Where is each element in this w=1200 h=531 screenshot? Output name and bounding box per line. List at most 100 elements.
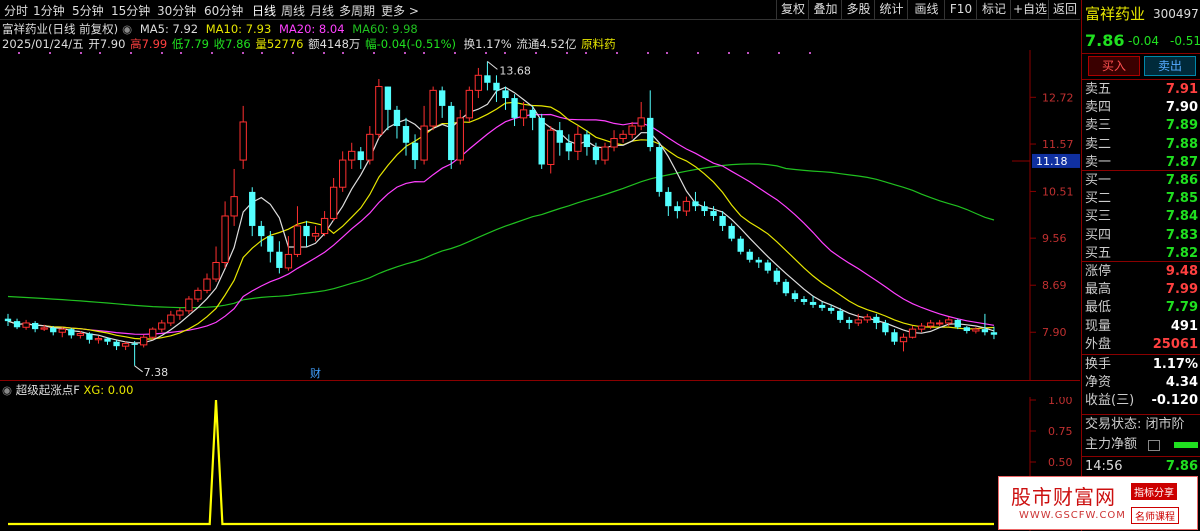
candle [619,130,627,143]
draw-line-button[interactable]: 画线 [907,0,945,19]
indicator-settings-icon[interactable]: ◉ [2,383,12,397]
volume-label: 量52776 [255,37,304,51]
candle-body [230,196,238,217]
candle-body [809,301,817,305]
watermark-title: 股市财富网 [1011,485,1116,509]
divider [1082,53,1200,54]
candle [267,230,274,263]
tab-timeshare[interactable]: 分时 [4,2,28,19]
candle-body [267,236,274,252]
fin-value: -0.120 [1151,393,1198,409]
signal-dot [535,52,537,54]
candle [755,257,762,268]
tab-60min[interactable]: 60分钟 [204,2,243,19]
list-icon[interactable] [1148,440,1160,451]
candle-body [113,341,120,347]
tab-1min[interactable]: 1分钟 [33,2,65,19]
mark-button[interactable]: 标记 [976,0,1011,19]
stat-value: 9.48 [1165,264,1198,279]
candle [303,220,310,247]
sector-label: 原料药 [581,37,616,51]
candle-body [954,319,961,328]
indicator-title: 超级起涨点F [15,383,80,397]
quote-panel: 富祥药业 300497 7.86 -0.04 -0.51 买入 卖出 卖五 7.9… [1081,0,1200,531]
ma20-line [7,113,995,335]
add-watchlist-button[interactable]: +自选 [1010,0,1049,19]
candlestick-chart[interactable]: 12.72 11.57 10.51 9.56 8.69 7.90 11.18 13.68 7.3… [0,50,1080,380]
low-pointer [134,365,143,373]
restore-rights-button[interactable]: 复权 [776,0,809,19]
candle [818,301,826,311]
signal-dot [697,52,699,54]
candle-body [628,125,636,135]
settings-icon[interactable]: ◉ [122,22,132,36]
sell-button[interactable]: 卖出 [1144,56,1196,76]
f10-button[interactable]: F10 [944,0,977,19]
tab-multi-period[interactable]: 多周期 [339,2,375,19]
stat-row: 最低 7.79 [1082,299,1200,317]
stat-label: 最高 [1085,282,1112,298]
y-tick-label: 7.90 [1042,326,1067,339]
date-label: 2025/01/24/五 [2,37,84,51]
tab-30min[interactable]: 30分钟 [157,2,196,19]
candle [185,296,193,314]
candle [628,121,636,139]
candle [293,206,302,258]
trade-status: 交易状态: 闭市阶 [1085,417,1185,432]
tab-weekly[interactable]: 周线 [281,2,305,19]
signal-dot [342,52,344,54]
ohlc-info-line: 2025/01/24/五 开7.90 高7.99 低7.79 收7.86 量52… [2,36,620,51]
high-label: 13.68 [499,64,530,77]
candle-body [465,89,473,119]
signal-dot [18,52,20,54]
tab-monthly[interactable]: 月线 [310,2,334,19]
candle-body [176,310,184,316]
signal-dot [242,52,244,54]
candle-body [393,109,401,127]
stat-label: 外盘 [1085,336,1112,352]
candle-body [448,105,455,161]
candle [601,142,609,165]
tab-5min[interactable]: 5分钟 [72,2,104,19]
tab-15min[interactable]: 15分钟 [111,2,150,19]
candle [456,109,464,165]
main-flow-row[interactable]: 主力净额 [1082,436,1200,454]
tick-time: 14:56 [1085,459,1123,474]
candle [610,130,618,152]
tick-price: 7.86 [1165,459,1198,474]
multi-stock-button[interactable]: 多股 [841,0,875,19]
candle-body [420,125,428,161]
candle [963,326,970,334]
statistics-button[interactable]: 统计 [874,0,908,19]
tab-more[interactable]: 更多 > [381,2,419,19]
indicator-value: XG: 0.00 [83,383,134,397]
candle-body [556,130,563,143]
candle-body [592,147,600,161]
candle [239,105,247,169]
watermark-tag2: 名师课程 [1131,507,1179,524]
signal-dot [180,52,182,54]
candle-body [94,338,103,341]
candle [547,126,555,174]
y-tick-label: 12.72 [1042,91,1074,104]
ask-label: 卖二 [1085,136,1112,152]
candle [701,201,708,216]
ask-row: 卖三 7.89 [1082,117,1200,135]
panel-divider [0,380,1080,381]
candle-body [926,322,935,327]
candle-body [276,251,283,268]
tab-daily[interactable]: 日线 [252,2,276,19]
candle-body [682,200,691,212]
buy-button[interactable]: 买入 [1088,56,1140,76]
candle-body [837,310,844,320]
bid-row: 买二 7.85 [1082,190,1200,208]
overlay-button[interactable]: 叠加 [808,0,842,19]
signal-dot [666,52,668,54]
back-button[interactable]: 返回 [1048,0,1081,19]
candle [121,341,130,351]
stat-row: 涨停 9.48 [1082,263,1200,281]
ask-label: 卖四 [1085,100,1112,116]
candle-body [656,147,663,192]
signal-dot [504,52,506,54]
divider [1082,354,1200,355]
